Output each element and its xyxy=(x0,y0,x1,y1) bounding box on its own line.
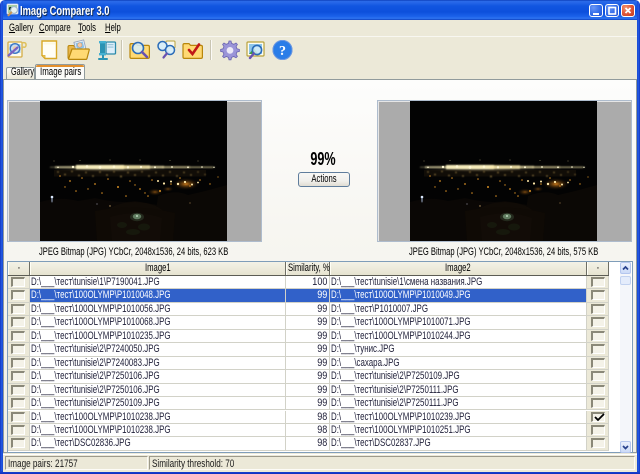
svg-text:?: ? xyxy=(279,44,286,59)
